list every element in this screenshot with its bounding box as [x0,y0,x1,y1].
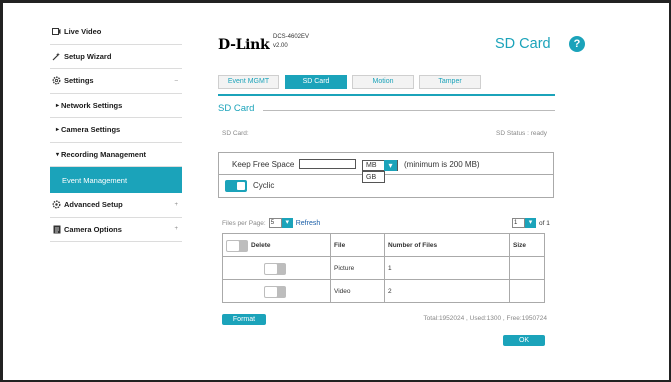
header-file: File [330,233,385,257]
header-number-of-files: Number of Files [384,233,510,257]
files-table: Delete File Number of Files Size Picture… [222,233,545,303]
delete-all-toggle[interactable] [226,240,248,252]
tab-bar: Event MGMT SD Card Motion Tamper [218,74,555,96]
sidebar-item-label: Recording Management [61,149,147,159]
sd-card-label: SD Card: [222,130,249,137]
file-count: 2 [384,279,510,303]
sidebar-item-label: Live Video [64,27,102,37]
sidebar-item-label: Camera Settings [61,125,121,135]
table-header-row: Delete File Number of Files Size [222,233,545,257]
options-icon [52,225,61,234]
tab-tamper[interactable]: Tamper [419,75,481,89]
ok-button[interactable]: OK [503,335,545,346]
sidebar-item-label: Network Settings [61,100,123,110]
tab-event-mgmt[interactable]: Event MGMT [218,75,279,89]
sidebar-item-label: Settings [64,76,94,86]
chevron-down-icon[interactable]: ▾ [281,218,293,228]
section-divider [263,110,555,111]
keep-free-space-label: Keep Free Space [232,160,295,169]
files-per-page-label: Files per Page: [222,219,266,227]
help-icon[interactable]: ? [569,36,585,52]
sidebar: Live Video Setup Wizard Settings – ▸ Net… [50,20,182,242]
sidebar-item-setup-wizard[interactable]: Setup Wizard [50,45,182,69]
header-size: Size [509,233,545,257]
sidebar-item-label: Advanced Setup [64,200,123,210]
pager: 1 ▾ of 1 [509,218,550,228]
model-info: DCS-4602EV v2.00 [273,33,309,51]
sidebar-item-live-video[interactable]: Live Video [50,20,182,45]
expand-icon: + [174,226,178,233]
model-name: DCS-4602EV [273,34,310,40]
free-space-panel: Keep Free Space MB ▾ (minimum is 200 MB)… [218,152,554,198]
sidebar-item-recording-management[interactable]: ▾ Recording Management [50,143,182,167]
unit-option-gb[interactable]: GB [362,171,385,183]
file-link[interactable]: Video [330,279,385,303]
free-space-row: Keep Free Space MB ▾ (minimum is 200 MB) [219,153,553,175]
sidebar-item-event-management[interactable]: Event Management [50,167,182,193]
cyclic-label: Cyclic [253,181,275,190]
page-select[interactable]: 1 [512,218,525,228]
collapse-icon: – [174,77,178,84]
file-size [509,256,545,280]
expand-icon: + [174,201,178,208]
table-row: Picture 1 [222,256,545,280]
bullet-icon: ▸ [56,127,60,134]
tab-motion[interactable]: Motion [352,75,414,89]
sidebar-item-settings[interactable]: Settings – [50,69,182,94]
sidebar-item-label: Setup Wizard [64,51,112,61]
page-title: SD Card [495,36,551,52]
file-link[interactable]: Picture [330,256,385,280]
sidebar-item-camera-settings[interactable]: ▸ Camera Settings [50,118,182,143]
sidebar-item-label: Camera Options [64,224,122,234]
video-icon [52,27,61,36]
sidebar-item-label: Event Management [62,175,128,185]
sidebar-item-camera-options[interactable]: Camera Options + [50,218,182,242]
bullet-icon: ▸ [56,102,60,109]
tab-underline [218,94,555,96]
cyclic-toggle[interactable] [225,180,247,192]
section-title: SD Card [218,103,255,114]
delete-cell [222,279,331,303]
header-delete-label: Delete [251,242,271,249]
delete-toggle[interactable] [264,286,286,298]
header-delete: Delete [222,233,331,257]
page-count: of 1 [539,219,550,227]
chevron-down-icon[interactable]: ▾ [525,218,536,228]
minimum-hint: (minimum is 200 MB) [404,160,480,169]
firmware-version: v2.00 [273,43,288,49]
refresh-link[interactable]: Refresh [296,220,321,227]
file-count: 1 [384,256,510,280]
tab-sd-card[interactable]: SD Card [285,75,347,89]
files-per-page-select[interactable]: 5 [268,218,282,228]
dlink-logo: D-Link [218,37,270,53]
table-row: Video 2 [222,279,545,303]
gear-icon [52,76,61,85]
sd-status: SD Status : ready [496,130,547,137]
chevron-down-icon[interactable]: ▾ [384,160,397,171]
sidebar-item-network-settings[interactable]: ▸ Network Settings [50,94,182,118]
storage-totals: Total:1952024 , Used:1300 , Free:1950724 [423,315,547,322]
delete-cell [222,256,331,280]
file-size [509,279,545,303]
wand-icon [52,52,61,61]
files-per-page-row: Files per Page: 5 ▾ Refresh [222,218,320,228]
format-button[interactable]: Format [222,314,266,325]
sidebar-item-advanced-setup[interactable]: Advanced Setup + [50,193,182,218]
keep-free-space-input[interactable] [299,159,356,169]
advanced-icon [52,200,61,209]
delete-toggle[interactable] [264,263,286,275]
bullet-icon: ▾ [56,151,60,158]
